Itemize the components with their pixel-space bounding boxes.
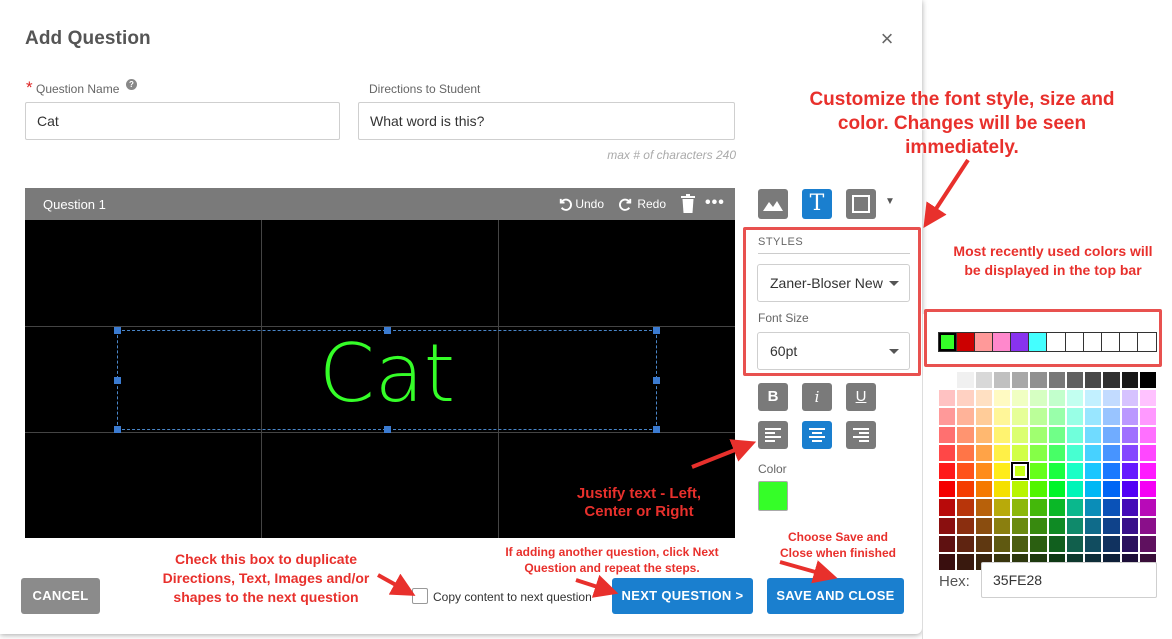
arrow-to-save	[779, 560, 838, 584]
arrow-to-next	[575, 574, 619, 598]
arrow-to-checkbox	[377, 573, 416, 596]
arrow-to-align	[691, 439, 757, 469]
annotation-arrows	[377, 158, 970, 598]
arrow-to-styles	[923, 158, 970, 229]
